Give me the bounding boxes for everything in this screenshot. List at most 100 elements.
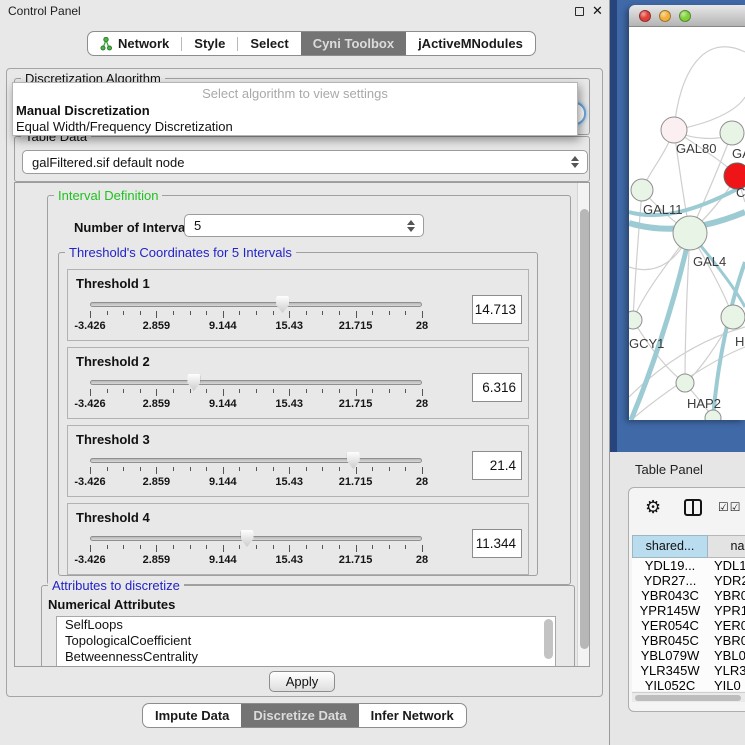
network-node-label: C: [736, 185, 745, 200]
tab-network[interactable]: Network: [88, 32, 181, 55]
float-window-icon[interactable]: [575, 7, 584, 16]
network-node-label: GA: [732, 146, 745, 161]
threshold-value-field[interactable]: 21.4: [472, 451, 522, 480]
cell-name[interactable]: YLR3: [708, 663, 745, 678]
network-icon: [100, 37, 113, 51]
columns-icon[interactable]: [684, 499, 702, 516]
network-node-green[interactable]: [676, 374, 694, 392]
table-row[interactable]: YBL079WYBL0: [632, 648, 745, 663]
cell-name[interactable]: YPR1: [708, 603, 745, 618]
slider-tick: [339, 545, 340, 549]
slider-tick: [306, 545, 307, 549]
slider-tick: [156, 467, 157, 474]
tab-impute-data[interactable]: Impute Data: [143, 704, 241, 727]
cell-shared-name[interactable]: YLR345W: [632, 663, 708, 678]
zoom-traffic-light[interactable]: [679, 10, 691, 22]
attribute-list-item[interactable]: SelfLoops: [57, 617, 555, 633]
number-of-intervals-combobox[interactable]: 5: [184, 214, 424, 237]
cell-shared-name[interactable]: YIL052C: [632, 678, 708, 691]
attribute-list-item[interactable]: BetweennessCentrality: [57, 649, 555, 665]
table-row[interactable]: YLR345WYLR3: [632, 663, 745, 678]
column-header-shared[interactable]: shared...: [632, 535, 708, 558]
cell-name[interactable]: YDL1: [708, 558, 745, 573]
list-scrollbar[interactable]: [544, 619, 553, 659]
cell-shared-name[interactable]: YBR043C: [632, 588, 708, 603]
cell-name[interactable]: YDR2: [708, 573, 745, 588]
slider-tick-label: 21.715: [339, 320, 373, 332]
network-node-green[interactable]: [721, 305, 745, 329]
dropdown-placeholder-option[interactable]: Select algorithm to view settings: [13, 86, 577, 101]
tab-jactivemnodules[interactable]: jActiveMNodules: [406, 32, 535, 55]
gear-icon[interactable]: ⚙: [645, 498, 661, 516]
tab-select[interactable]: Select: [238, 32, 300, 55]
cell-shared-name[interactable]: YBR045C: [632, 633, 708, 648]
thresholds-coordinates-group: Threshold's Coordinates for 5 Intervals …: [58, 252, 538, 576]
slider-tick: [173, 467, 174, 471]
tab-discretize-data[interactable]: Discretize Data: [241, 704, 358, 727]
network-node-green[interactable]: [629, 311, 642, 329]
table-row[interactable]: YBR045CYBR0: [632, 633, 745, 648]
network-node-green[interactable]: [673, 216, 707, 250]
cell-name[interactable]: YIL0: [708, 678, 745, 691]
cell-shared-name[interactable]: YPR145W: [632, 603, 708, 618]
scrollbar-thumb[interactable]: [635, 695, 741, 701]
table-row[interactable]: YPR145WYPR1: [632, 603, 745, 618]
slider-tick: [273, 467, 274, 471]
table-row[interactable]: YIL052CYIL0: [632, 678, 745, 691]
cell-shared-name[interactable]: YDR27...: [632, 573, 708, 588]
scrollpane-scrollbar[interactable]: [577, 183, 590, 666]
cell-shared-name[interactable]: YER054C: [632, 618, 708, 633]
table-row[interactable]: YBR043CYBR0: [632, 588, 745, 603]
cell-name[interactable]: YBR0: [708, 588, 745, 603]
slider-tick-label: 28: [416, 476, 428, 488]
slider-tick: [223, 545, 224, 552]
threshold-value-field[interactable]: 6.316: [472, 373, 522, 402]
numerical-attributes-list[interactable]: SelfLoopsTopologicalCoefficientBetweenne…: [56, 616, 556, 667]
threshold-slider[interactable]: [90, 536, 422, 541]
number-of-intervals-label: Number of Intervals: [74, 220, 196, 235]
network-node-green[interactable]: [705, 410, 721, 420]
apply-button[interactable]: Apply: [269, 671, 335, 692]
attribute-list-item[interactable]: TopologicalCoefficient: [57, 633, 555, 649]
network-canvas[interactable]: GAL80GACGAL11GAL4GCY1HHAP2: [629, 27, 745, 420]
cell-shared-name[interactable]: YBL079W: [632, 648, 708, 663]
threshold-value-field[interactable]: 11.344: [472, 529, 522, 558]
column-header-name[interactable]: na: [708, 535, 745, 558]
threshold-value-field[interactable]: 14.713: [472, 295, 522, 324]
slider-tick: [107, 389, 108, 393]
slider-tick: [256, 545, 257, 549]
minimize-traffic-light[interactable]: [659, 10, 671, 22]
slider-tick-label: 2.859: [143, 320, 171, 332]
network-node-pink[interactable]: [661, 117, 687, 143]
table-data-combobox[interactable]: galFiltered.sif default node: [22, 150, 588, 174]
slider-tick: [90, 311, 91, 318]
slider-tick: [372, 545, 373, 549]
checkboxes-icon[interactable]: ☑☑: [718, 500, 742, 514]
threshold-slider[interactable]: [90, 380, 422, 385]
cell-shared-name[interactable]: YDL19...: [632, 558, 708, 573]
network-node-green[interactable]: [720, 121, 744, 145]
cell-name[interactable]: YBL0: [708, 648, 745, 663]
cell-name[interactable]: YER0: [708, 618, 745, 633]
dropdown-option-manual-discretization[interactable]: Manual Discretization: [16, 103, 150, 118]
threshold-slider[interactable]: [90, 458, 422, 463]
threshold-label: Threshold 2: [76, 354, 150, 369]
table-horizontal-scrollbar[interactable]: [632, 692, 745, 702]
tab-style[interactable]: Style: [182, 32, 237, 55]
slider-tick: [140, 389, 141, 393]
threshold-slider[interactable]: [90, 302, 422, 307]
tab-cyni-toolbox[interactable]: Cyni Toolbox: [301, 32, 406, 55]
table-row[interactable]: YDL19...YDL1: [632, 558, 745, 573]
tab-infer-network[interactable]: Infer Network: [359, 704, 466, 727]
slider-tick-label: 2.859: [143, 476, 171, 488]
cell-name[interactable]: YBR0: [708, 633, 745, 648]
table-row[interactable]: YDR27...YDR2: [632, 573, 745, 588]
scrollbar-thumb[interactable]: [580, 209, 589, 649]
network-node-green[interactable]: [631, 179, 653, 201]
close-traffic-light[interactable]: [639, 10, 651, 22]
slider-tick: [156, 389, 157, 396]
table-row[interactable]: YER054CYER0: [632, 618, 745, 633]
dropdown-option-equal-width[interactable]: Equal Width/Frequency Discretization: [16, 119, 233, 134]
close-icon[interactable]: ✕: [592, 2, 603, 20]
slider-tick-label: 21.715: [339, 398, 373, 410]
